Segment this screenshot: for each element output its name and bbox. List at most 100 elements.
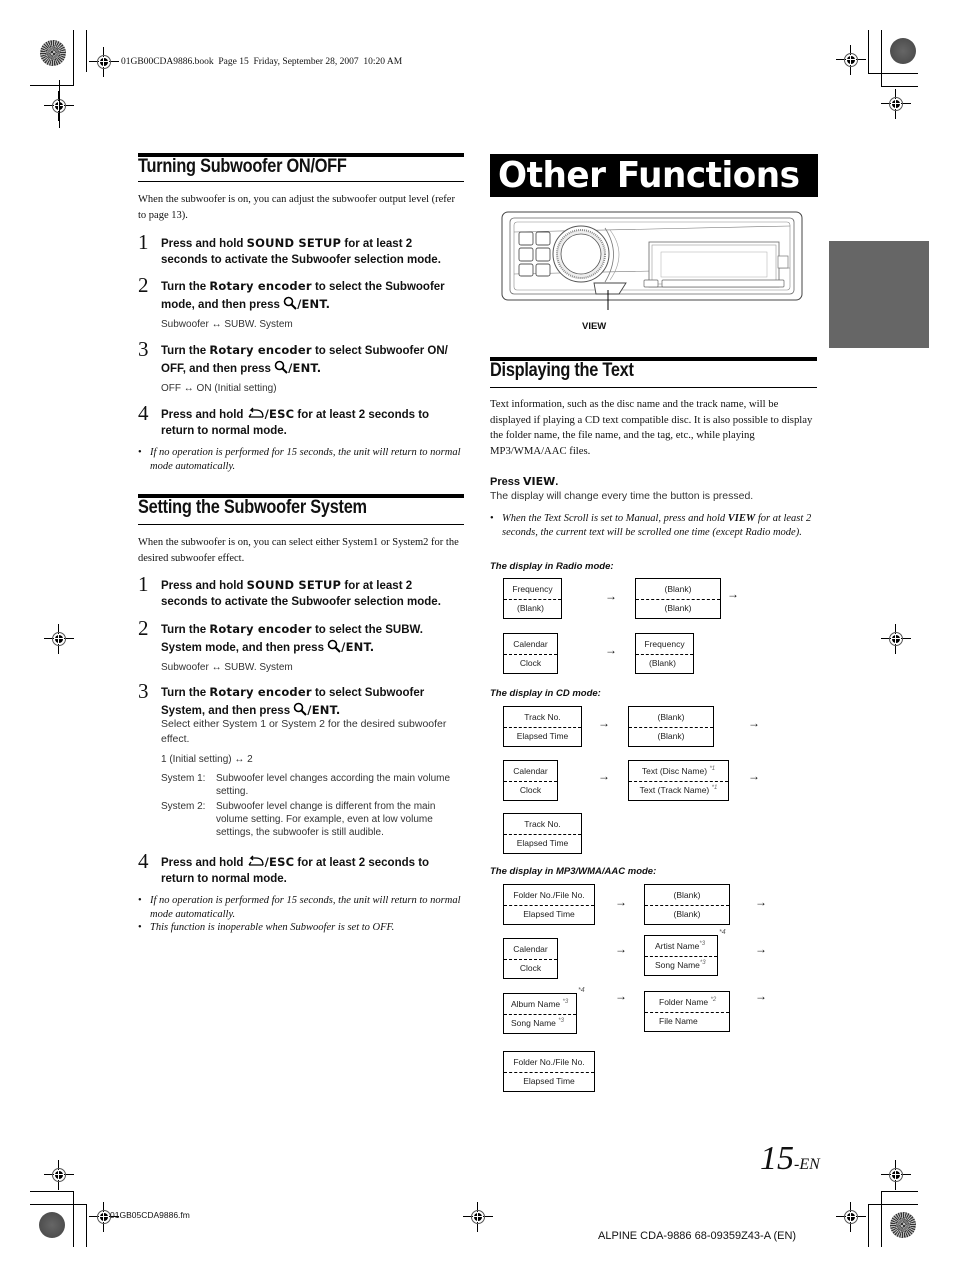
definition-term: System 1: — [161, 773, 206, 784]
registration-mark-icon — [881, 89, 911, 119]
footnote-marker: *3 — [558, 1018, 564, 1025]
step-text: Turn the Rotary encoder to select Subwoo… — [161, 685, 425, 717]
step-number: 3 — [138, 337, 149, 361]
display-box: Folder No./File No. Elapsed Time — [503, 884, 595, 925]
step-description: Select either System 1 or System 2 for t… — [161, 718, 447, 745]
registration-mark-icon — [44, 1160, 74, 1190]
display-box: Frequency (Blank) — [503, 578, 562, 619]
step-text: Turn the Rotary encoder to select Subwoo… — [161, 343, 448, 375]
arrow: → — [598, 716, 610, 730]
step-text: Turn the Rotary encoder to select the Su… — [161, 279, 445, 311]
step-number: 1 — [138, 572, 149, 596]
search-icon — [327, 639, 341, 653]
footnote-marker: *2 — [710, 997, 717, 1004]
head-unit-illustration — [501, 211, 803, 310]
arrow: → — [748, 716, 760, 730]
display-box: Folder Name *2 File Name — [644, 991, 730, 1032]
definition-text: Subwoofer level change is different from… — [216, 801, 436, 838]
arrow: → — [605, 589, 617, 603]
footnote-marker: *3 — [562, 999, 569, 1006]
arrow: → — [615, 989, 627, 1003]
registration-starburst-icon — [890, 1212, 916, 1238]
step-number: 4 — [138, 849, 149, 873]
registration-starburst-icon — [39, 1212, 65, 1238]
search-icon — [274, 360, 288, 374]
display-box: Album Name *3 Song Name *3 — [503, 993, 577, 1034]
note-item: • If no operation is performed for 15 sec… — [138, 447, 461, 472]
registration-starburst-icon — [890, 38, 916, 64]
note-item: • If no operation is performed for 15 sec… — [138, 895, 461, 920]
diagram-label: The display in MP3/WMA/AAC mode: — [490, 866, 657, 877]
step-number: 2 — [138, 273, 149, 297]
display-box: Artist Name*3 Song Name*3 — [644, 935, 718, 976]
step-number: 2 — [138, 616, 149, 640]
diagram-label: The display in Radio mode: — [490, 561, 614, 572]
display-box: (Blank) (Blank) — [635, 578, 721, 619]
step-text: Press and hold SOUND SETUP for at least … — [161, 236, 441, 266]
diagram-label: The display in CD mode: — [490, 688, 601, 699]
step-option-text: 1 (Initial setting) ↔ 2 — [161, 754, 253, 765]
registration-mark-icon — [881, 1160, 911, 1190]
print-footer-file: 01GB05CDA9886.fm — [110, 1210, 190, 1220]
footnote-marker: *4 — [578, 987, 585, 994]
arrow: → — [748, 769, 760, 783]
view-button-label: VIEW — [582, 321, 607, 332]
arrow: → — [615, 895, 627, 909]
chapter-tab — [829, 241, 929, 348]
arrow: → — [755, 942, 767, 956]
return-icon — [248, 407, 264, 418]
step-option-text: OFF ↔ ON (Initial setting) — [161, 383, 277, 394]
arrow: → — [755, 895, 767, 909]
section-title: Displaying the Text — [490, 360, 634, 381]
section-intro: When the subwoofer is on, you can select… — [138, 537, 459, 564]
step-option-text: Subwoofer ↔ SUBW. System — [161, 662, 293, 673]
registration-mark-icon — [836, 45, 866, 75]
display-box: (Blank) (Blank) — [628, 706, 714, 747]
display-box: Folder No./File No. Elapsed Time — [503, 1051, 595, 1092]
note-item: • This function is inoperable when Subwoo… — [138, 922, 395, 933]
arrow: → — [598, 769, 610, 783]
press-description: The display will change every time the b… — [490, 490, 754, 502]
registration-mark-icon — [463, 1202, 493, 1232]
section-title: Setting the Subwoofer System — [138, 497, 367, 518]
definition-term: System 2: — [161, 801, 206, 812]
arrow: → — [727, 587, 739, 601]
footnote-marker: *4 — [719, 929, 726, 936]
section-intro: When the subwoofer is on, you can adjust… — [138, 194, 455, 221]
step-number: 1 — [138, 230, 149, 254]
section-intro: Text information, such as the disc name … — [490, 398, 813, 457]
step-number: 3 — [138, 679, 149, 703]
key-label: SOUND SETUP — [246, 236, 342, 250]
press-instruction: Press VIEW. — [490, 475, 559, 488]
definition-text: Subwoofer level changes according the ma… — [216, 773, 451, 797]
display-box: (Blank) (Blank) — [644, 884, 730, 925]
chapter-title: Other Functions — [498, 155, 800, 196]
display-box: Calendar Clock — [503, 633, 558, 674]
arrow: → — [615, 942, 627, 956]
step-text: Press and hold /ESC for at least 2 secon… — [161, 855, 430, 885]
step-text: Turn the Rotary encoder to select the SU… — [161, 622, 423, 654]
page-number: 15-EN — [760, 1140, 820, 1177]
step-text: Press and hold SOUND SETUP for at least … — [161, 578, 441, 608]
display-box: Track No. Elapsed Time — [503, 813, 582, 854]
display-box: Text (Disc Name) *1 Text (Track Name) *1 — [628, 760, 729, 801]
display-box: Track No. Elapsed Time — [503, 706, 582, 747]
chapter-title-bar: Other Functions — [490, 154, 818, 197]
print-header: 01GB00CDA9886.book Page 15 Friday, Septe… — [121, 57, 403, 67]
registration-mark-icon — [89, 47, 119, 77]
footnote-marker: *1 — [709, 766, 716, 773]
display-box: Calendar Clock — [503, 760, 558, 801]
return-icon — [248, 855, 264, 866]
arrow: → — [605, 643, 617, 657]
footnote-marker: *3 — [699, 941, 706, 948]
registration-mark-icon — [881, 624, 911, 654]
step-text: Press and hold /ESC for at least 2 secon… — [161, 407, 430, 437]
step-number: 4 — [138, 401, 149, 425]
display-box: Calendar Clock — [503, 938, 558, 979]
search-icon — [293, 702, 308, 716]
key-label: VIEW — [523, 475, 556, 488]
step-option-text: Subwoofer ↔ SUBW. System — [161, 319, 293, 330]
registration-mark-icon — [836, 1202, 866, 1232]
registration-starburst-icon — [40, 40, 66, 66]
document-footer: ALPINE CDA-9886 68-09359Z43-A (EN) — [598, 1230, 797, 1242]
